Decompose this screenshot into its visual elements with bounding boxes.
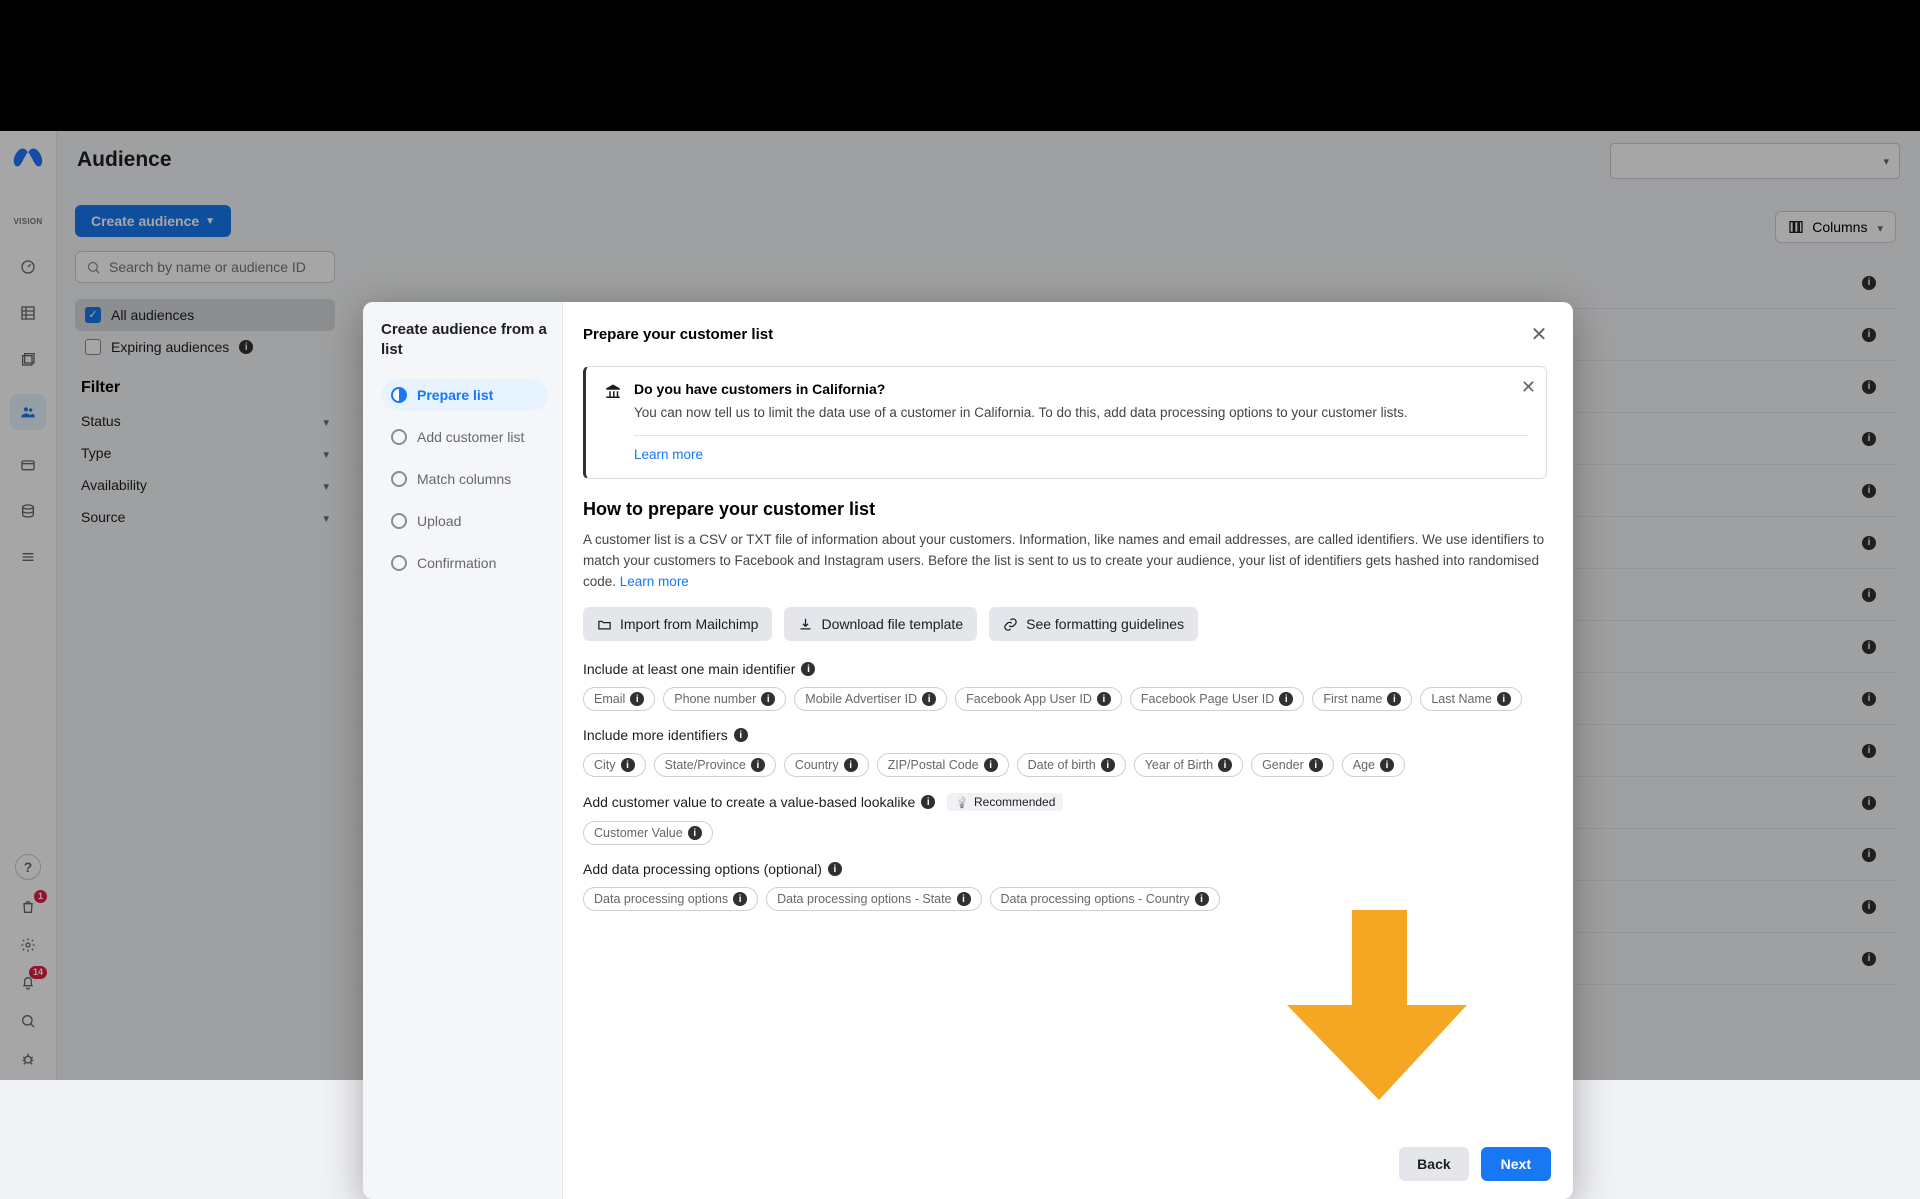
info-icon: i [984, 758, 998, 772]
identifier-chip[interactable]: State/Provincei [654, 753, 776, 777]
identifier-chip[interactable]: Mobile Advertiser IDi [794, 687, 947, 711]
info-icon: i [733, 892, 747, 906]
more-identifiers-label: Include more identifiersi [583, 727, 1547, 743]
browser-letterbox [0, 0, 1920, 131]
modal-steps-panel: Create audience from a list Prepare list… [363, 302, 563, 1199]
download-template-button[interactable]: Download file template [784, 607, 977, 641]
notice-body: You can now tell us to limit the data us… [634, 403, 1528, 423]
identifier-chip[interactable]: Year of Birthi [1134, 753, 1243, 777]
info-icon: i [922, 692, 936, 706]
info-icon[interactable]: i [921, 795, 935, 809]
section-heading: How to prepare your customer list [583, 499, 1547, 520]
step-upload[interactable]: Upload [381, 505, 548, 537]
info-icon[interactable]: i [801, 662, 815, 676]
identifier-chip[interactable]: Facebook App User IDi [955, 687, 1122, 711]
customer-value-label: Add customer value to create a value-bas… [583, 793, 1547, 811]
institution-icon [604, 383, 622, 464]
info-icon[interactable]: i [734, 728, 748, 742]
info-icon: i [1195, 892, 1209, 906]
formatting-guidelines-button[interactable]: See formatting guidelines [989, 607, 1198, 641]
info-icon: i [630, 692, 644, 706]
info-icon: i [844, 758, 858, 772]
info-icon: i [1101, 758, 1115, 772]
info-icon[interactable]: i [828, 862, 842, 876]
create-audience-modal: Create audience from a list Prepare list… [363, 302, 1573, 1199]
identifier-chip[interactable]: Data processing options - Statei [766, 887, 981, 911]
identifier-chip[interactable]: Agei [1342, 753, 1405, 777]
info-icon: i [761, 692, 775, 706]
notice-heading: Do you have customers in California? [634, 381, 1528, 397]
modal-body: Do you have customers in California? You… [563, 366, 1573, 1133]
identifier-chip[interactable]: ZIP/Postal Codei [877, 753, 1009, 777]
step-prepare-list[interactable]: Prepare list [381, 379, 548, 411]
identifier-chip[interactable]: Data processing options - Countryi [990, 887, 1220, 911]
identifier-chip[interactable]: Data processing optionsi [583, 887, 758, 911]
info-icon: i [1309, 758, 1323, 772]
step-match-columns[interactable]: Match columns [381, 463, 548, 495]
link-icon [1003, 617, 1018, 632]
info-icon: i [1380, 758, 1394, 772]
identifier-chip[interactable]: Countryi [784, 753, 869, 777]
learn-more-link[interactable]: Learn more [620, 574, 689, 589]
identifier-chip[interactable]: Genderi [1251, 753, 1334, 777]
info-icon: i [1279, 692, 1293, 706]
modal-footer: Back Next [563, 1133, 1573, 1199]
info-icon: i [621, 758, 635, 772]
info-icon: i [957, 892, 971, 906]
info-icon: i [1218, 758, 1232, 772]
modal-title: Prepare your customer list [583, 326, 773, 343]
modal-header: Prepare your customer list ✕ [563, 302, 1573, 366]
info-icon: i [1497, 692, 1511, 706]
identifier-chip[interactable]: Cityi [583, 753, 646, 777]
notice-close-icon[interactable]: ✕ [1521, 377, 1536, 398]
identifier-chip[interactable]: First namei [1312, 687, 1412, 711]
notice-learn-more-link[interactable]: Learn more [634, 447, 703, 462]
identifier-chip[interactable]: Phone numberi [663, 687, 786, 711]
folder-open-icon [597, 617, 612, 632]
modal-left-title: Create audience from a list [381, 320, 548, 361]
identifier-chip[interactable]: Last Namei [1420, 687, 1521, 711]
modal-main: Prepare your customer list ✕ Do you have… [563, 302, 1573, 1199]
info-icon: i [1387, 692, 1401, 706]
app-root: VISION ? 1 14 Audience Columns [0, 131, 1920, 1080]
section-description: A customer list is a CSV or TXT file of … [583, 530, 1547, 593]
california-notice: Do you have customers in California? You… [583, 366, 1547, 479]
back-button[interactable]: Back [1399, 1147, 1468, 1181]
info-icon: i [751, 758, 765, 772]
next-button[interactable]: Next [1481, 1147, 1551, 1181]
close-icon[interactable]: ✕ [1525, 320, 1553, 348]
identifier-chip[interactable]: Emaili [583, 687, 655, 711]
identifier-chip[interactable]: Date of birthi [1017, 753, 1126, 777]
identifier-chip[interactable]: Customer Valuei [583, 821, 713, 845]
import-mailchimp-button[interactable]: Import from Mailchimp [583, 607, 772, 641]
info-icon: i [1097, 692, 1111, 706]
step-add-customer-list[interactable]: Add customer list [381, 421, 548, 453]
dpo-label: Add data processing options (optional)i [583, 861, 1547, 877]
info-icon: i [688, 826, 702, 840]
download-icon [798, 617, 813, 632]
recommended-badge: Recommended [947, 793, 1063, 811]
identifier-chip[interactable]: Facebook Page User IDi [1130, 687, 1304, 711]
step-confirmation[interactable]: Confirmation [381, 547, 548, 579]
main-identifiers-label: Include at least one main identifieri [583, 661, 1547, 677]
